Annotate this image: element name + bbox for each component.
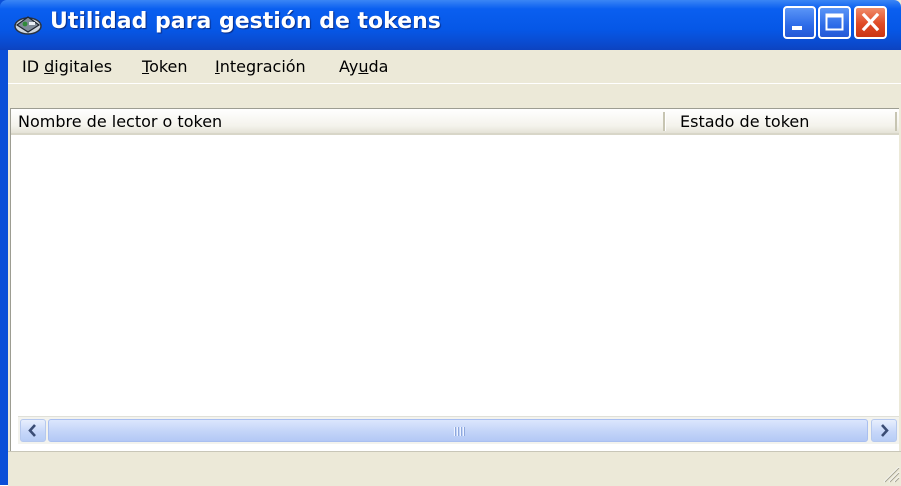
resize-grip-icon[interactable] <box>880 463 900 483</box>
column-header-token-status[interactable]: Estado de token <box>680 109 809 133</box>
menu-ayuda[interactable]: Ayuda <box>339 57 388 76</box>
list-header: Nombre de lector o token Estado de token <box>11 109 899 135</box>
minimize-button[interactable] <box>783 6 816 39</box>
column-divider[interactable] <box>895 112 897 131</box>
menu-label-part: ID <box>22 57 45 76</box>
maximize-button[interactable] <box>818 6 851 39</box>
menu-integracion[interactable]: Integración <box>215 57 306 76</box>
menu-bar: ID digitales Token Integración Ayuda <box>8 50 901 84</box>
title-bar[interactable]: Utilidad para gestión de tokens <box>0 0 901 50</box>
token-utility-window: Utilidad para gestión de tokens ID digit… <box>0 0 901 486</box>
menu-accelerator: u <box>358 57 369 76</box>
scroll-left-button[interactable] <box>20 419 46 442</box>
chevron-left-icon <box>28 424 36 437</box>
menu-accelerator: d <box>44 57 55 76</box>
maximize-icon <box>825 13 844 31</box>
menu-accelerator: T <box>142 57 150 76</box>
menu-label-part: Ay <box>339 57 359 76</box>
token-app-icon <box>14 16 42 35</box>
menu-label-part: oken <box>149 57 188 76</box>
status-bar <box>8 451 901 486</box>
menu-token[interactable]: Token <box>142 57 188 76</box>
menu-label-part: da <box>368 57 389 76</box>
column-divider[interactable] <box>663 112 666 131</box>
token-list[interactable]: Nombre de lector o token Estado de token <box>10 108 899 451</box>
menu-label-part: igitales <box>54 57 113 76</box>
scroll-thumb[interactable] <box>48 419 868 442</box>
menu-id-digitales[interactable]: ID digitales <box>22 57 112 76</box>
minimize-icon <box>792 26 802 30</box>
close-button[interactable] <box>854 6 887 39</box>
column-header-reader-name[interactable]: Nombre de lector o token <box>18 109 222 133</box>
close-icon <box>861 12 880 32</box>
grip-icon <box>454 427 465 436</box>
horizontal-scrollbar[interactable] <box>18 416 899 444</box>
scroll-right-button[interactable] <box>871 419 897 442</box>
window-title: Utilidad para gestión de tokens <box>50 9 441 34</box>
chevron-right-icon <box>881 424 889 437</box>
menu-label-part: ntegración <box>219 57 306 76</box>
